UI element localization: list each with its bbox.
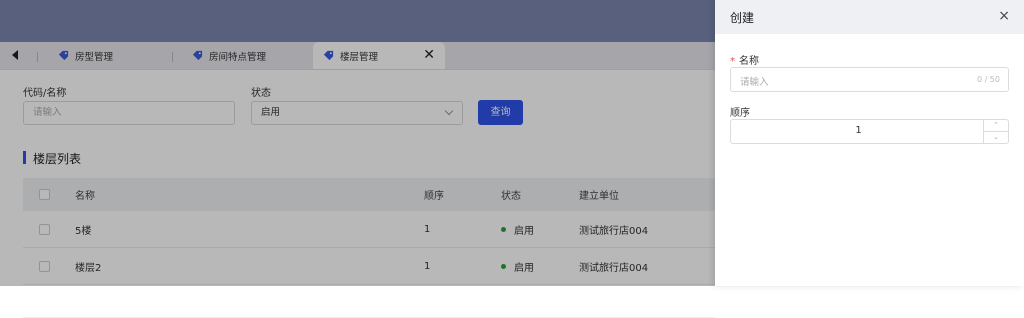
name-input[interactable]: 请输入 0 / 50 bbox=[730, 67, 1009, 92]
drawer-title: 创建 bbox=[730, 11, 755, 25]
chevron-up-icon[interactable]: ⌃ bbox=[984, 120, 1008, 132]
create-drawer: 创建 × * 名称 请输入 0 / 50 顺序 1 ⌃ ⌄ bbox=[715, 0, 1024, 286]
char-counter: 0 / 50 bbox=[976, 75, 1000, 84]
order-number-input[interactable]: 1 ⌃ ⌄ bbox=[730, 119, 1009, 144]
order-field-label: 顺序 bbox=[730, 108, 750, 119]
close-icon[interactable]: × bbox=[998, 8, 1010, 24]
modal-overlay[interactable] bbox=[0, 0, 715, 286]
table-row[interactable] bbox=[23, 281, 715, 318]
drawer-header: 创建 × bbox=[715, 0, 1024, 34]
required-mark: * bbox=[730, 56, 735, 67]
chevron-down-icon[interactable]: ⌄ bbox=[984, 132, 1008, 143]
input-placeholder: 请输入 bbox=[740, 77, 769, 88]
number-stepper: ⌃ ⌄ bbox=[983, 120, 1008, 143]
order-value: 1 bbox=[855, 125, 862, 136]
name-field-label: * 名称 bbox=[730, 52, 759, 67]
label-text: 名称 bbox=[739, 56, 759, 67]
